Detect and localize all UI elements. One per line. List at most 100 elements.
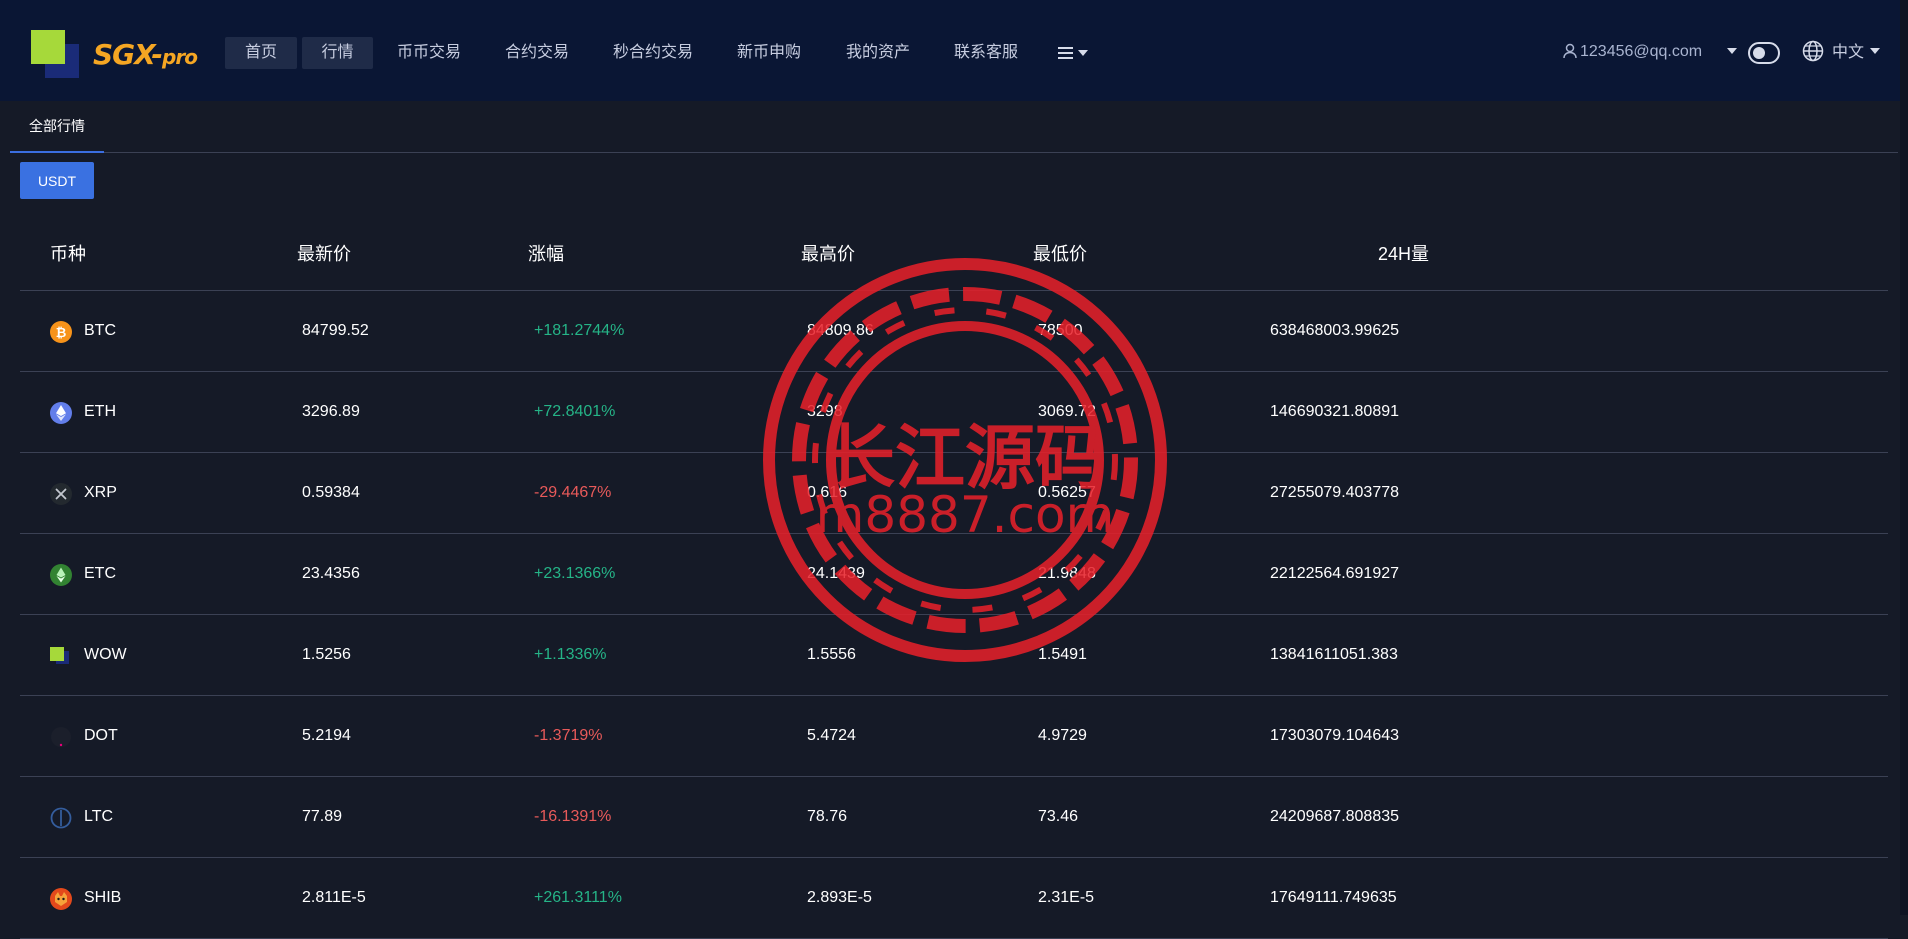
low-price: 2.31E-5 <box>1038 889 1095 906</box>
table-row[interactable]: DOT 5.2194 -1.3719% 5.4724 4.9729 173030… <box>20 696 1888 777</box>
nav-spot[interactable]: 币币交易 <box>397 37 461 69</box>
btc-icon: ₿ <box>50 321 72 343</box>
table-row[interactable]: SHIB 2.811E-5 +261.3111% 2.893E-5 2.31E-… <box>20 858 1888 939</box>
high-price: 5.4724 <box>807 727 856 744</box>
user-account[interactable]: 123456@qq.com <box>1562 40 1702 64</box>
last-price: 3296.89 <box>302 403 360 420</box>
low-price: 0.56257 <box>1038 484 1096 501</box>
user-email: 123456@qq.com <box>1580 43 1703 60</box>
coin-symbol: XRP <box>84 484 117 501</box>
list-icon <box>1058 47 1073 59</box>
low-price: 73.46 <box>1038 808 1079 825</box>
shib-icon <box>50 888 72 910</box>
high-price: 0.616 <box>807 484 848 501</box>
dot-icon <box>51 727 71 747</box>
coin-symbol: ETH <box>84 403 116 420</box>
volume-24h: 22122564.691927 <box>1270 565 1400 582</box>
wow-icon <box>50 647 69 664</box>
table-row[interactable]: WOW 1.5256 +1.1336% 1.5556 1.5491 138416… <box>20 615 1888 696</box>
usdt-filter-button[interactable]: USDT <box>20 162 94 199</box>
table-row[interactable]: ₿ BTC 84799.52 +181.2744% 84809.86 78500… <box>20 291 1888 372</box>
change-percent: +23.1366% <box>534 565 616 582</box>
header-high: 最高价 <box>801 244 855 264</box>
change-percent: -29.4467% <box>534 484 612 501</box>
volume-24h: 638468003.99625 <box>1270 322 1400 339</box>
header-last-price: 最新价 <box>297 244 351 264</box>
change-percent: +181.2744% <box>534 322 625 339</box>
ltc-icon <box>50 807 72 829</box>
table-header: 币种 最新价 涨幅 最高价 最低价 24H量 <box>20 210 1888 291</box>
page-scrollbar[interactable] <box>1900 0 1908 915</box>
coin-symbol: ETC <box>84 565 116 582</box>
top-navbar: SGX-pro 首页 行情 币币交易 合约交易 秒合约交易 新币申购 我的资产 … <box>0 0 1908 101</box>
change-percent: +72.8401% <box>534 403 616 420</box>
low-price: 1.5491 <box>1038 646 1087 663</box>
xrp-icon <box>50 483 72 505</box>
volume-24h: 24209687.808835 <box>1270 808 1400 825</box>
table-row[interactable]: ETH 3296.89 +72.8401% 3298 3069.72 14669… <box>20 372 1888 453</box>
high-price: 24.1439 <box>807 565 865 582</box>
chevron-down-icon <box>1078 50 1088 56</box>
change-percent: -1.3719% <box>534 727 603 744</box>
nav-ipo[interactable]: 新币申购 <box>737 37 801 69</box>
last-price: 1.5256 <box>302 646 351 663</box>
header-volume: 24H量 <box>1378 244 1430 264</box>
more-menu-icon[interactable] <box>1058 44 1092 62</box>
coin-symbol: BTC <box>84 322 116 339</box>
market-table: 币种 最新价 涨幅 最高价 最低价 24H量 ₿ BTC 84799.52 +1… <box>20 210 1888 939</box>
change-percent: +1.1336% <box>534 646 607 663</box>
brand-logo[interactable]: SGX-pro <box>31 30 211 78</box>
market-tabs: 全部行情 <box>10 101 1898 153</box>
brand-name: SGX-pro <box>93 38 198 71</box>
volume-24h: 17649111.749635 <box>1270 889 1397 906</box>
last-price: 84799.52 <box>302 322 369 339</box>
last-price: 5.2194 <box>302 727 351 744</box>
theme-toggle[interactable] <box>1748 42 1780 64</box>
chevron-down-icon <box>1870 48 1881 54</box>
nav-market[interactable]: 行情 <box>302 37 373 69</box>
low-price: 78500 <box>1038 322 1083 339</box>
volume-24h: 146690321.80891 <box>1270 403 1400 420</box>
header-coin: 币种 <box>50 244 86 264</box>
high-price: 78.76 <box>807 808 848 825</box>
table-row[interactable]: ETC 23.4356 +23.1366% 24.1439 21.9848 22… <box>20 534 1888 615</box>
svg-text:₿: ₿ <box>56 326 67 341</box>
logo-square-green <box>31 30 65 64</box>
nav-support[interactable]: 联系客服 <box>954 37 1018 69</box>
volume-24h: 17303079.104643 <box>1270 727 1400 744</box>
eth-icon <box>50 402 72 424</box>
coin-symbol: LTC <box>84 808 114 825</box>
last-price: 77.89 <box>302 808 343 825</box>
table-row[interactable]: LTC 77.89 -16.1391% 78.76 73.46 24209687… <box>20 777 1888 858</box>
high-price: 84809.86 <box>807 322 874 339</box>
low-price: 4.9729 <box>1038 727 1087 744</box>
table-row[interactable]: XRP 0.59384 -29.4467% 0.616 0.56257 2725… <box>20 453 1888 534</box>
change-percent: +261.3111% <box>534 889 622 906</box>
coin-symbol: DOT <box>84 727 118 744</box>
high-price: 2.893E-5 <box>807 889 872 906</box>
last-price: 2.811E-5 <box>302 889 366 906</box>
tab-all-markets[interactable]: 全部行情 <box>10 101 104 153</box>
nav-futures[interactable]: 合约交易 <box>505 37 569 69</box>
low-price: 21.9848 <box>1038 565 1096 582</box>
nav-second-contract[interactable]: 秒合约交易 <box>613 37 693 69</box>
high-price: 3298 <box>807 403 843 420</box>
language-label: 中文 <box>1832 44 1865 61</box>
last-price: 23.4356 <box>302 565 360 582</box>
language-selector[interactable]: 中文 <box>1802 40 1881 65</box>
toggle-knob <box>1753 47 1765 59</box>
last-price: 0.59384 <box>302 484 360 501</box>
volume-24h: 27255079.403778 <box>1270 484 1400 501</box>
header-change: 涨幅 <box>528 244 564 264</box>
header-low: 最低价 <box>1033 244 1087 264</box>
nav-assets[interactable]: 我的资产 <box>846 37 910 69</box>
etc-icon <box>50 564 72 586</box>
user-dropdown-icon[interactable] <box>1727 48 1737 54</box>
high-price: 1.5556 <box>807 646 856 663</box>
nav-home[interactable]: 首页 <box>225 37 297 69</box>
globe-icon <box>1802 40 1824 62</box>
change-percent: -16.1391% <box>534 808 612 825</box>
user-icon <box>1563 43 1577 59</box>
low-price: 3069.72 <box>1038 403 1096 420</box>
coin-symbol: WOW <box>84 646 127 663</box>
